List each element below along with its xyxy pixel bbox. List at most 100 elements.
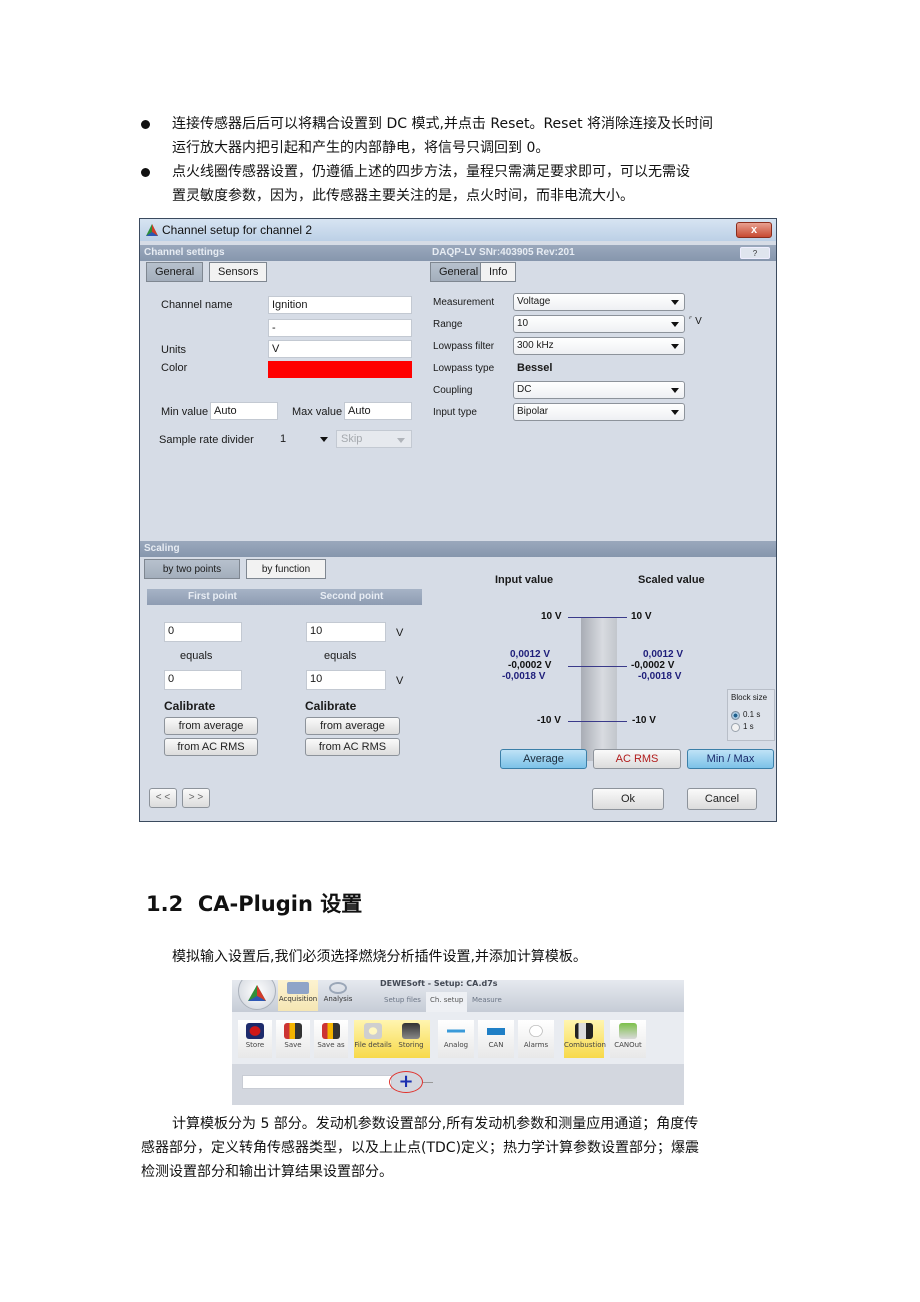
first-point-header: First point xyxy=(188,591,237,602)
close-button[interactable]: x xyxy=(736,222,772,238)
acquisition-icon xyxy=(287,982,309,994)
toolbar-button-can[interactable]: CAN xyxy=(478,1020,514,1058)
template-name-input[interactable] xyxy=(242,1075,392,1089)
second-point-header: Second point xyxy=(320,591,384,602)
lowpass-type-value: Bessel xyxy=(517,362,553,374)
coupling-value: DC xyxy=(517,384,532,395)
ok-button[interactable]: Ok xyxy=(592,788,664,810)
description-input[interactable]: - xyxy=(268,319,412,337)
toolbar-button-storing[interactable]: Storing xyxy=(392,1020,430,1058)
first-point-input[interactable]: 0 xyxy=(164,622,242,642)
toolbar-button-label: Alarms xyxy=(523,1041,549,1049)
analysis-button[interactable]: Analysis xyxy=(320,980,356,1011)
can-out-icon xyxy=(619,1023,637,1039)
first-calibrate-label: Calibrate xyxy=(164,699,216,713)
range-unit: ⌜ V xyxy=(689,316,702,327)
first-from-ac-rms-button[interactable]: from AC RMS xyxy=(164,738,258,756)
average-button[interactable]: Average xyxy=(500,749,587,769)
connector-line xyxy=(423,1082,433,1083)
acquisition-label: Acquisition xyxy=(278,995,318,1003)
car-icon xyxy=(487,1023,505,1039)
tab-info[interactable]: Info xyxy=(480,262,517,282)
tab-by-function[interactable]: by function xyxy=(246,559,326,579)
toolbar-button-save[interactable]: Save xyxy=(276,1020,310,1058)
add-template-button[interactable]: + xyxy=(389,1071,423,1093)
block-size-option-1s[interactable]: 1 s xyxy=(731,722,773,733)
section-heading: 1.2 CA-Plugin 设置 xyxy=(146,892,363,916)
toolbar-button-label: CAN xyxy=(488,1041,504,1049)
tab-general[interactable]: General xyxy=(146,262,204,282)
acquisition-button[interactable]: Acquisition xyxy=(278,980,318,1011)
second-from-average-button[interactable]: from average xyxy=(305,717,400,735)
measurement-select[interactable]: Voltage xyxy=(513,293,685,311)
range-unit-text: V xyxy=(695,316,702,327)
device-header: DAQP-LV SNr:403905 Rev:201 xyxy=(428,245,776,261)
second-scaled-unit: V xyxy=(396,675,404,687)
min-max-button[interactable]: Min / Max xyxy=(687,749,774,769)
combustion-icon xyxy=(575,1023,593,1039)
previous-channel-button[interactable]: < < xyxy=(149,788,177,808)
sample-rate-divider-label: Sample rate divider xyxy=(159,434,254,446)
toolbar-button-alarms[interactable]: Alarms xyxy=(518,1020,554,1058)
range-corner-mark: ⌜ xyxy=(689,317,693,324)
chevron-down-icon xyxy=(320,437,328,442)
toolbar-button-combustion[interactable]: Combustion xyxy=(564,1020,606,1058)
tab-setup-files[interactable]: Setup files xyxy=(384,996,421,1004)
toolbar-button-save-as[interactable]: Save as xyxy=(314,1020,348,1058)
toolbar-button-canout[interactable]: CANOut xyxy=(610,1020,646,1058)
next-channel-button[interactable]: > > xyxy=(182,788,210,808)
block-size-option-label: 0.1 s xyxy=(743,710,761,719)
input-min-value: -0,0018 V xyxy=(502,671,546,682)
input-bottom-value: -10 V xyxy=(537,715,561,726)
color-swatch[interactable] xyxy=(268,361,412,378)
disk-icon xyxy=(402,1023,420,1039)
bullet-2-line-2: 置灵敏度参数，因为，此传感器主要关注的是，点火时间，而非电流大小。 xyxy=(172,188,634,204)
sample-rate-divider-select[interactable]: 1 xyxy=(276,430,332,448)
scaling-header: Scaling xyxy=(140,541,776,557)
channel-setup-dialog: Channel setup for channel 2 x Channel se… xyxy=(139,218,777,822)
second-scaled-input[interactable]: 10 xyxy=(306,670,386,690)
range-value: 10 xyxy=(517,318,529,329)
tab-measure[interactable]: Measure xyxy=(472,996,502,1004)
toolbar-button-analog[interactable]: Analog xyxy=(438,1020,474,1058)
tab-by-two-points[interactable]: by two points xyxy=(144,559,240,579)
toolbar-button-label: File details xyxy=(354,1041,392,1049)
chevron-down-icon xyxy=(671,322,679,327)
bullet-1-line-1: 连接传感器后后可以将耦合设置到 DC 模式,并点击 Reset。Reset 将消… xyxy=(172,116,714,132)
units-input[interactable]: V xyxy=(268,340,412,358)
help-button[interactable]: ? xyxy=(740,247,770,259)
second-from-ac-rms-button[interactable]: from AC RMS xyxy=(305,738,400,756)
min-value-input[interactable]: Auto xyxy=(210,402,278,420)
dialog-titlebar: Channel setup for channel 2 x xyxy=(140,219,776,241)
input-type-select[interactable]: Bipolar xyxy=(513,403,685,421)
second-calibrate-label: Calibrate xyxy=(305,699,357,713)
coupling-select[interactable]: DC xyxy=(513,381,685,399)
tab-general-device[interactable]: General xyxy=(430,262,488,282)
toolbar-button-file-details[interactable]: File details xyxy=(354,1020,392,1058)
lowpass-filter-select[interactable]: 300 kHz xyxy=(513,337,685,355)
tab-ch-setup[interactable]: Ch. setup xyxy=(426,992,468,1012)
measurement-label: Measurement xyxy=(433,297,495,308)
max-value-label: Max value xyxy=(292,406,343,418)
level-bar xyxy=(581,617,617,761)
second-point-input[interactable]: 10 xyxy=(306,622,386,642)
ac-rms-button[interactable]: AC RMS xyxy=(593,749,681,769)
range-select[interactable]: 10 xyxy=(513,315,685,333)
toolbar-button-store[interactable]: Store xyxy=(238,1020,272,1058)
input-type-label: Input type xyxy=(433,407,477,418)
first-scaled-input[interactable]: 0 xyxy=(164,670,242,690)
channel-name-input[interactable]: Ignition xyxy=(268,296,412,314)
block-size-option-label: 1 s xyxy=(743,722,754,731)
input-top-value: 10 V xyxy=(541,611,562,622)
toolbar-button-label: Store xyxy=(245,1041,265,1049)
max-value-input[interactable]: Auto xyxy=(344,402,412,420)
first-equals-label: equals xyxy=(180,650,213,662)
first-from-average-button[interactable]: from average xyxy=(164,717,258,735)
tab-sensors[interactable]: Sensors xyxy=(209,262,268,282)
cancel-button[interactable]: Cancel xyxy=(687,788,757,810)
skip-select: Skip xyxy=(336,430,412,448)
block-size-option-0-1s[interactable]: 0.1 s xyxy=(731,710,773,721)
scaled-bottom-value: -10 V xyxy=(632,715,656,726)
input-max-value: 0,0012 V xyxy=(510,649,551,660)
units-label: Units xyxy=(161,344,187,356)
